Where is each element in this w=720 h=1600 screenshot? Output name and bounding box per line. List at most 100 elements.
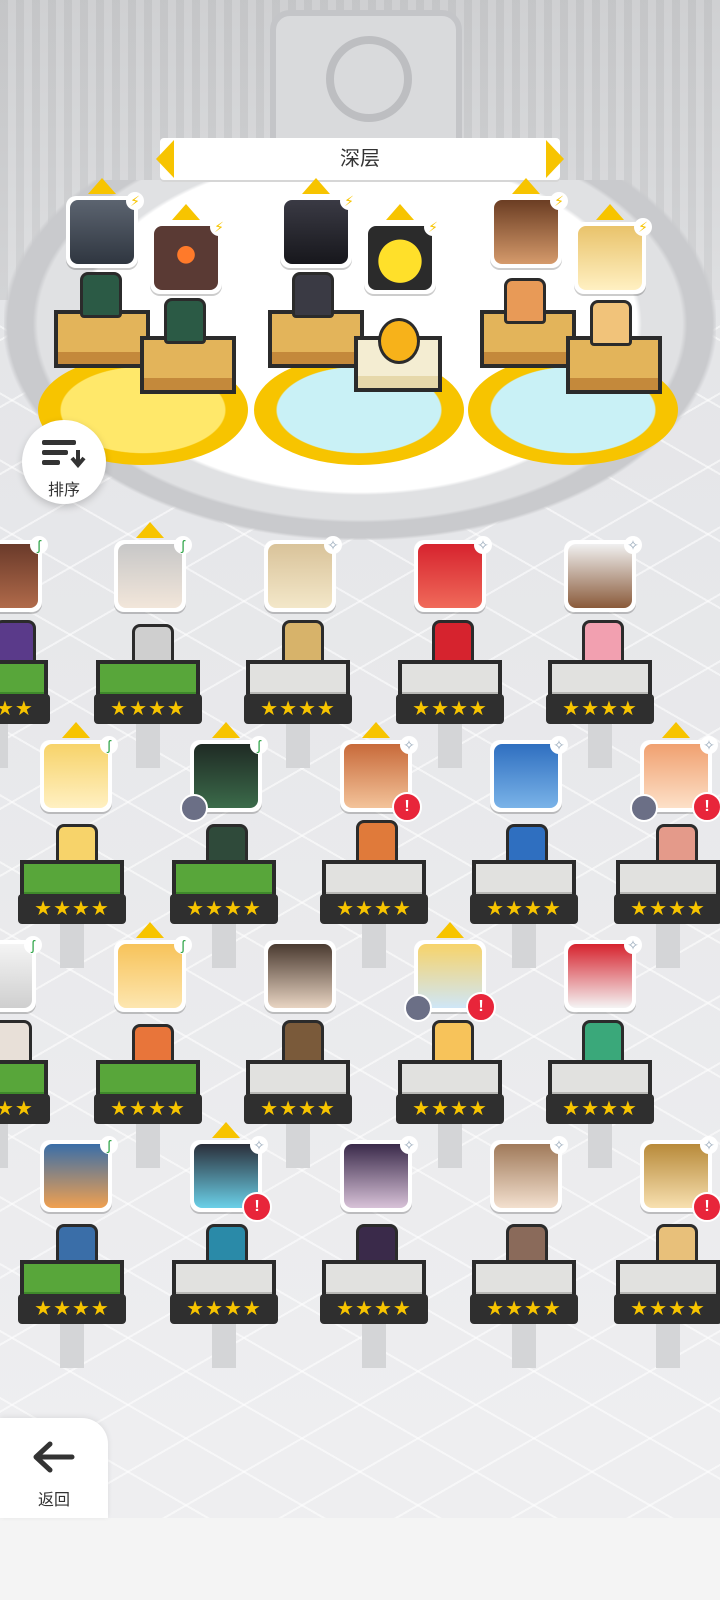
star-block: ★★★★ [170, 1260, 278, 1368]
star-rating: ★★★★ [18, 894, 126, 924]
hero-portrait[interactable]: ʃ [0, 936, 42, 1012]
leaf-icon: ʃ [100, 1136, 118, 1154]
star-block: ★★★★ [546, 1060, 654, 1168]
hero-face [494, 744, 558, 808]
star-rating: ★★★★ [18, 1294, 126, 1324]
hero-portrait[interactable]: ✧! [340, 722, 422, 822]
star-rating: ★★★★ [614, 894, 720, 924]
hero-portrait[interactable]: ʃ [40, 722, 118, 812]
hero-portrait[interactable] [264, 940, 336, 1012]
class-icon [404, 994, 432, 1022]
sparkle-icon: ✧ [550, 736, 568, 754]
sparkle-icon: ✧ [624, 536, 642, 554]
hero-portrait[interactable]: ✧ [340, 1136, 418, 1212]
star-rating: ★★★★ [546, 1094, 654, 1124]
hero-portrait[interactable]: ✧! [190, 1122, 272, 1222]
crown-icon [212, 722, 240, 738]
hero-face [268, 944, 332, 1008]
block-stem [656, 1324, 680, 1368]
star-rating: ★★★★ [0, 694, 50, 724]
hero-portrait[interactable]: ✧! [640, 1136, 720, 1222]
crown-icon [88, 178, 116, 194]
sparkle-icon: ✧ [624, 936, 642, 954]
hero-portrait[interactable]: ʃ [0, 536, 48, 612]
star-block: ★★★★ [614, 1260, 720, 1368]
star-block: ★★★★ [94, 660, 202, 768]
hero-portrait[interactable]: ʃ [114, 522, 192, 612]
star-rating: ★★★★ [396, 694, 504, 724]
star-rating: ★★★★ [546, 694, 654, 724]
block-stem [286, 1124, 310, 1168]
hero-portrait[interactable]: ✧ [564, 536, 642, 612]
hero-sprite [292, 272, 334, 318]
hero-portrait[interactable]: ⚡ [280, 178, 358, 268]
hero-portrait[interactable]: ⚡ [490, 178, 568, 268]
hero-face [154, 226, 218, 290]
crown-icon [362, 722, 390, 738]
star-block: ★★★★ [94, 1060, 202, 1168]
hero-portrait[interactable]: ʃ [40, 1136, 118, 1212]
alert-icon: ! [466, 992, 496, 1022]
block-stem [0, 724, 8, 768]
leaf-icon: ʃ [250, 736, 268, 754]
sparkle-icon: ✧ [250, 1136, 268, 1154]
title-banner: 深层 [156, 138, 564, 180]
lightning-icon: ⚡ [634, 218, 652, 236]
block-stem [0, 1124, 8, 1168]
block-stem [438, 724, 462, 768]
block-stem [136, 724, 160, 768]
hero-portrait[interactable]: ! [404, 922, 496, 1022]
game-scene: 深层 ⚡ ⚡ ⚡ ⚡ ⚡ ⚡ 排序 ʃ ʃ ✧ ✧ ✧ ★★ ★★★★ ★★★★… [0, 0, 720, 1600]
leaf-icon: ʃ [100, 736, 118, 754]
star-block: ★★★★ [18, 860, 126, 968]
sparkle-icon: ✧ [400, 736, 418, 754]
alert-icon: ! [242, 1192, 272, 1222]
star-block: ★★★★ [0, 660, 50, 768]
hero-face [44, 1144, 108, 1208]
block-stem [656, 924, 680, 968]
hero-portrait[interactable]: ✧ [564, 936, 642, 1012]
hero-face [268, 544, 332, 608]
chevron-right-icon [546, 140, 564, 178]
leaf-icon: ʃ [24, 936, 42, 954]
hero-sprite [80, 272, 122, 318]
hero-face [0, 544, 38, 608]
hero-portrait[interactable]: ✧ [490, 736, 568, 812]
pedestal [268, 310, 364, 368]
hero-portrait[interactable]: ✧ [414, 536, 492, 612]
sort-button[interactable]: 排序 [22, 420, 106, 504]
star-rating: ★★★★ [320, 894, 428, 924]
hero-portrait[interactable]: ⚡ [66, 178, 144, 268]
class-icon [180, 794, 208, 822]
hero-portrait[interactable]: ʃ [180, 722, 268, 822]
hero-portrait[interactable]: ⚡ [150, 204, 228, 294]
hero-face [494, 1144, 558, 1208]
crown-icon [512, 178, 540, 194]
block-stem [362, 924, 386, 968]
crown-icon [136, 922, 164, 938]
block-stem [512, 924, 536, 968]
sparkle-icon: ✧ [474, 536, 492, 554]
block-stem [588, 724, 612, 768]
hero-face [118, 544, 182, 608]
star-rating: ★★★★ [94, 694, 202, 724]
hero-face [344, 1144, 408, 1208]
hero-portrait[interactable]: ⚡ [364, 204, 442, 294]
hero-face [44, 744, 108, 808]
bottom-bar [0, 1518, 720, 1600]
star-rating: ★★★★ [244, 694, 352, 724]
star-block: ★★★★ [244, 660, 352, 768]
hero-portrait[interactable]: ʃ [114, 922, 192, 1012]
alert-icon: ! [692, 1192, 720, 1222]
block-stem [212, 1324, 236, 1368]
hero-face [284, 200, 348, 264]
sort-label: 排序 [47, 482, 80, 499]
leaf-icon: ʃ [30, 536, 48, 554]
hero-portrait[interactable]: ✧ [490, 1136, 568, 1212]
hero-portrait[interactable]: ⚡ [574, 204, 652, 294]
hero-portrait[interactable]: ✧ [264, 536, 342, 612]
crown-icon [436, 922, 464, 938]
hero-portrait[interactable]: ✧! [630, 722, 720, 822]
back-button[interactable]: 返回 [0, 1418, 108, 1518]
block-stem [588, 1124, 612, 1168]
